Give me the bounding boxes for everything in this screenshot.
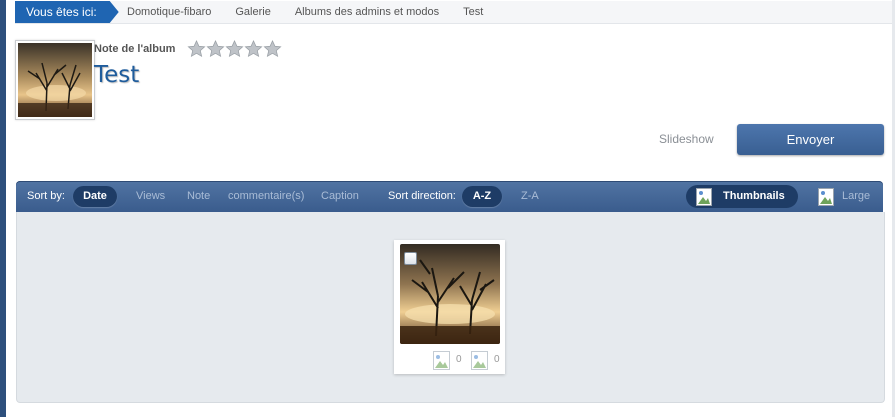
breadcrumb-items: Domotique-fibaro Galerie Albums des admi…: [115, 1, 495, 23]
sort-direction-za[interactable]: Z-A: [521, 181, 539, 212]
large-view-icon[interactable]: [818, 188, 834, 206]
sort-option-date[interactable]: Date: [73, 186, 117, 207]
breadcrumb: Vous êtes ici: Domotique-fibaro Galerie …: [15, 1, 892, 24]
view-thumbnails-label: Thumbnails: [723, 190, 785, 202]
image-select-checkbox[interactable]: [404, 252, 417, 265]
send-button[interactable]: Envoyer: [737, 124, 884, 155]
sort-direction-label: Sort direction:: [388, 190, 456, 202]
sort-option-views[interactable]: Views: [136, 181, 165, 212]
thumbnails-icon: [696, 188, 712, 206]
breadcrumb-item-galerie[interactable]: Galerie: [223, 1, 282, 23]
album-cover-thumbnail[interactable]: [15, 40, 95, 120]
album-rating-label: Note de l'album: [94, 43, 176, 55]
sort-option-comments[interactable]: commentaire(s): [228, 181, 304, 212]
page-left-edge: [0, 0, 6, 417]
sort-option-caption[interactable]: Caption: [321, 181, 359, 212]
star-icon[interactable]: [263, 40, 282, 58]
star-icon[interactable]: [244, 40, 263, 58]
view-thumbnails-button[interactable]: Thumbnails: [686, 185, 798, 208]
views-icon: [433, 351, 450, 370]
view-large-label[interactable]: Large: [842, 181, 870, 212]
breadcrumb-label: Vous êtes ici:: [15, 1, 119, 23]
comments-icon: [471, 351, 488, 370]
sort-option-note[interactable]: Note: [187, 181, 210, 212]
sort-direction-az[interactable]: A-Z: [462, 186, 502, 207]
comments-count: 0: [494, 354, 500, 365]
image-card[interactable]: 0 0: [394, 240, 505, 374]
breadcrumb-item-test[interactable]: Test: [451, 1, 495, 23]
album-rating-stars[interactable]: [187, 40, 282, 58]
views-count: 0: [456, 354, 462, 365]
breadcrumb-item-domotique[interactable]: Domotique-fibaro: [115, 1, 223, 23]
sort-bar: Sort by: Date Views Note commentaire(s) …: [16, 181, 883, 212]
slideshow-link[interactable]: Slideshow: [659, 132, 714, 146]
sort-by-label: Sort by:: [27, 190, 65, 202]
star-icon[interactable]: [187, 40, 206, 58]
album-cover-image: [18, 43, 92, 117]
breadcrumb-item-albums[interactable]: Albums des admins et modos: [283, 1, 451, 23]
album-title: Test: [94, 62, 140, 88]
star-icon[interactable]: [206, 40, 225, 58]
star-icon[interactable]: [225, 40, 244, 58]
